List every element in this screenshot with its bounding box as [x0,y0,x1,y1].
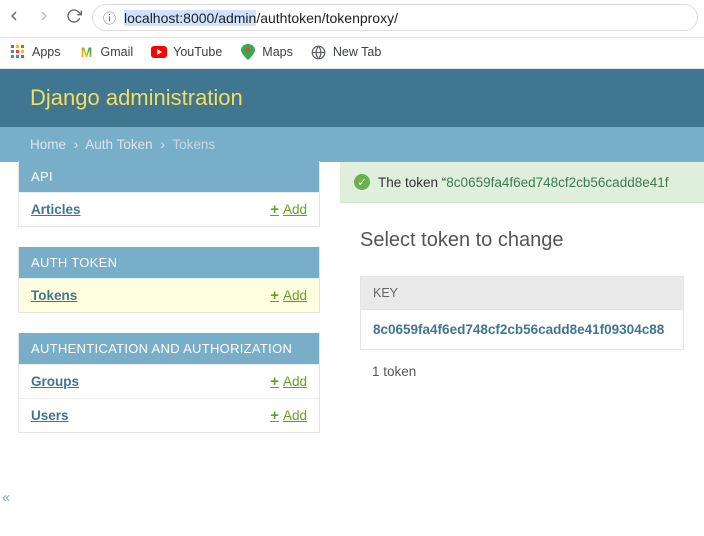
nav-buttons [6,8,82,27]
site-title: Django administration [30,85,674,111]
plus-icon: + [270,374,279,389]
sidebar: API Articles + Add AUTH TOKEN Tokens + Add… [0,161,320,453]
object-count: 1 token [360,350,684,393]
breadcrumb-home[interactable]: Home [30,137,66,152]
success-message: ✓ The token “8c0659fa4f6ed748cf2cb56cadd… [340,162,704,203]
model-row-groups: Groups + Add [19,364,319,398]
model-link[interactable]: Tokens [31,288,77,303]
model-row-users: Users + Add [19,398,319,432]
token-link[interactable]: 8c0659fa4f6ed748cf2cb56cadd8e41f09304c88 [373,322,664,337]
message-text: The token “8c0659fa4f6ed748cf2cb56cadd8e… [378,175,669,190]
success-icon: ✓ [354,174,370,190]
apps-icon [10,44,26,60]
bookmark-label: Gmail [101,45,134,59]
globe-icon [311,44,327,60]
browser-toolbar: ⓘ localhost:8000/admin/authtoken/tokenpr… [0,0,704,38]
message-prefix: The token “ [378,175,446,190]
message-token[interactable]: 8c0659fa4f6ed748cf2cb56cadd8e41f [446,175,668,190]
admin-header: Django administration [0,69,704,127]
reload-icon[interactable] [66,8,82,27]
url-rest: /authtoken/tokenproxy/ [256,10,398,26]
breadcrumb-sep: › [70,137,83,152]
url-bar[interactable]: ⓘ localhost:8000/admin/authtoken/tokenpr… [92,4,698,31]
bookmark-label: Maps [262,45,293,59]
add-label: Add [283,202,307,217]
main-content: ✓ The token “8c0659fa4f6ed748cf2cb56cadd… [320,162,704,453]
youtube-icon [151,44,167,60]
url-text: localhost:8000/admin/authtoken/tokenprox… [124,10,398,26]
site-info-icon[interactable]: ⓘ [103,8,116,27]
app-panel-auth: AUTHENTICATION AND AUTHORIZATION Groups … [18,333,320,433]
add-label: Add [283,288,307,303]
column-header-key[interactable]: KEY [360,276,684,309]
add-link[interactable]: + Add [270,288,307,303]
breadcrumb: Home › Auth Token › Tokens [0,127,704,162]
page-title: Select token to change [340,203,704,276]
add-link[interactable]: + Add [270,374,307,389]
add-link[interactable]: + Add [270,408,307,423]
plus-icon: + [270,408,279,423]
bookmark-gmail[interactable]: M Gmail [79,44,134,60]
url-selected: localhost:8000/admin [124,10,256,26]
app-panel-api: API Articles + Add [18,161,320,227]
plus-icon: + [270,202,279,217]
apps-label: Apps [32,45,61,59]
model-link[interactable]: Groups [31,374,79,389]
breadcrumb-sep: › [156,137,169,152]
app-panel-authtoken: AUTH TOKEN Tokens + Add [18,247,320,313]
bookmark-label: New Tab [333,45,381,59]
forward-icon[interactable] [36,8,52,27]
plus-icon: + [270,288,279,303]
app-caption[interactable]: AUTHENTICATION AND AUTHORIZATION [19,333,319,364]
bookmarks-bar: Apps M Gmail YouTube Maps New Tab [0,38,704,69]
app-caption[interactable]: AUTH TOKEN [19,247,319,278]
table-row: 8c0659fa4f6ed748cf2cb56cadd8e41f09304c88 [360,309,684,350]
changelist-table: KEY 8c0659fa4f6ed748cf2cb56cadd8e41f0930… [340,276,704,393]
model-link[interactable]: Articles [31,202,81,217]
django-admin: Django administration Home › Auth Token … [0,69,704,453]
back-icon[interactable] [6,8,22,27]
app-caption[interactable]: API [19,161,319,192]
gmail-icon: M [79,44,95,60]
model-row-tokens: Tokens + Add [19,278,319,312]
add-label: Add [283,374,307,389]
add-label: Add [283,408,307,423]
model-row-articles: Articles + Add [19,192,319,226]
bookmark-newtab[interactable]: New Tab [311,44,381,60]
bookmark-maps[interactable]: Maps [240,44,293,60]
bookmark-label: YouTube [173,45,222,59]
add-link[interactable]: + Add [270,202,307,217]
maps-icon [240,44,256,60]
apps-shortcut[interactable]: Apps [10,44,61,60]
sidebar-toggle[interactable]: « [0,489,10,506]
bookmark-youtube[interactable]: YouTube [151,44,222,60]
model-link[interactable]: Users [31,408,69,423]
breadcrumb-current: Tokens [172,137,215,152]
breadcrumb-section[interactable]: Auth Token [85,137,152,152]
